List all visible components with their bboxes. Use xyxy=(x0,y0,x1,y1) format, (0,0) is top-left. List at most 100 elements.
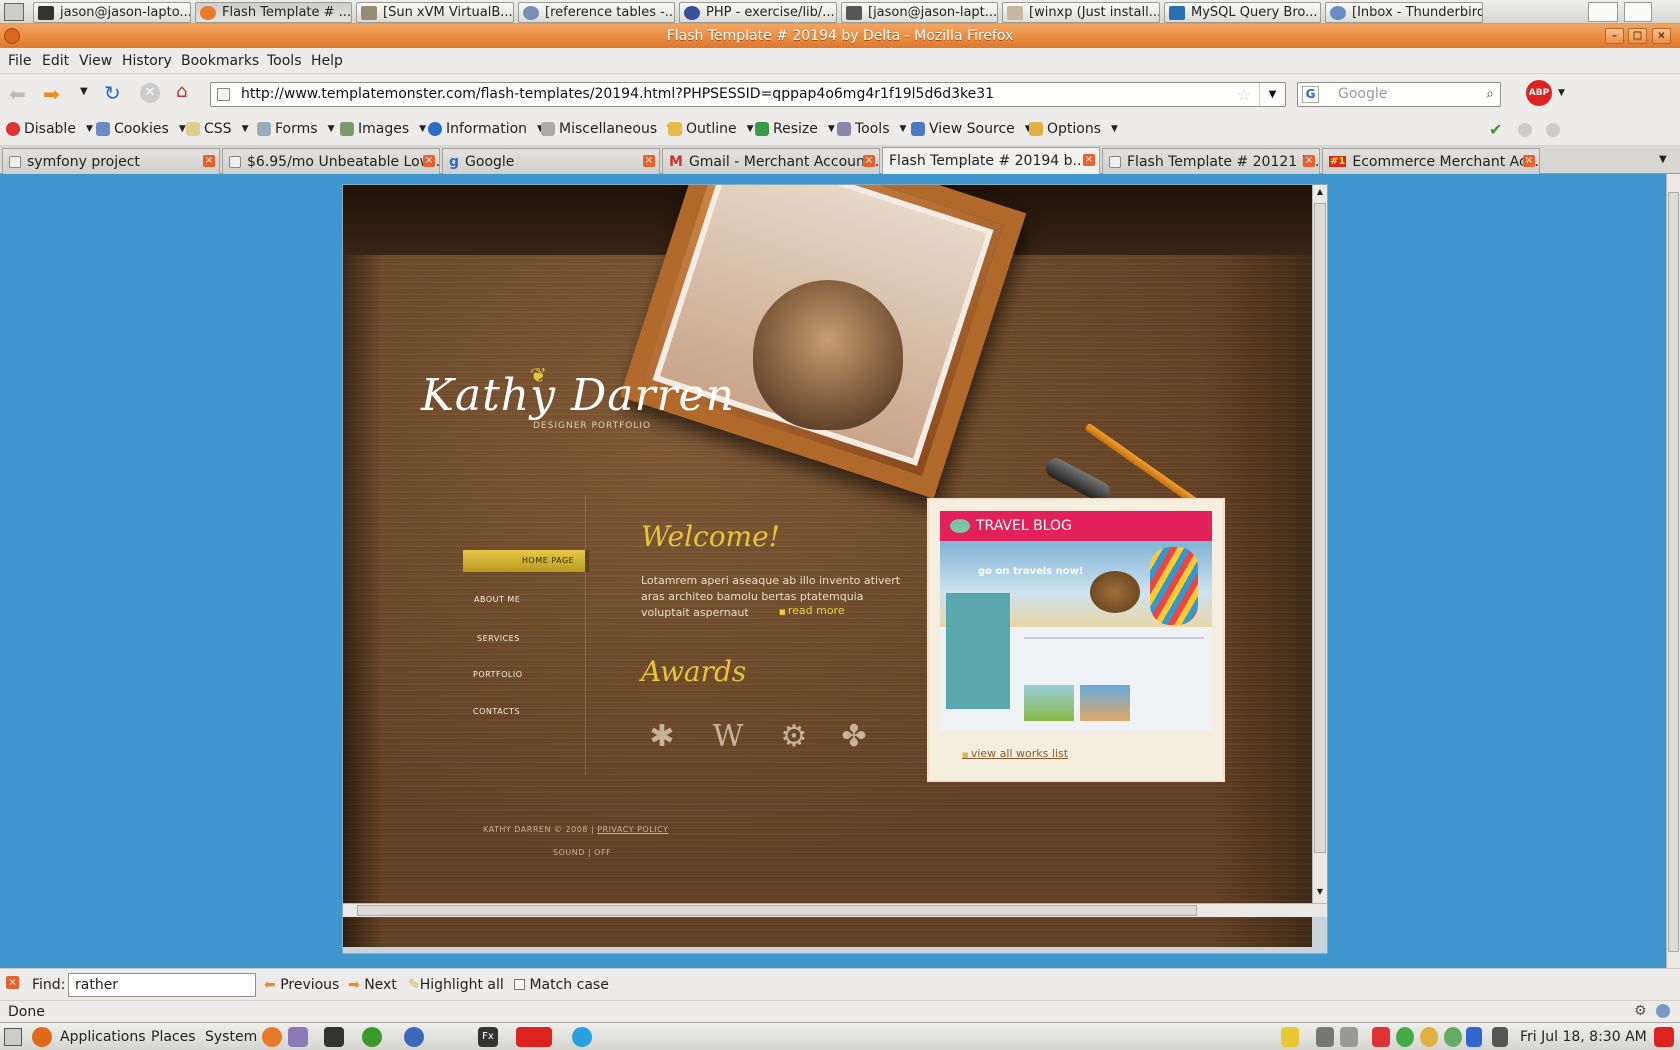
scroll-up-icon[interactable]: ▲ xyxy=(1314,187,1326,199)
window-titlebar[interactable]: Flash Template # 20194 by Delta - Mozill… xyxy=(0,24,1680,48)
menu-edit[interactable]: Edit xyxy=(42,53,69,69)
launcher-icon[interactable] xyxy=(1624,2,1652,22)
stop-icon[interactable]: ✕ xyxy=(140,83,160,103)
network-icon[interactable] xyxy=(1316,1027,1334,1047)
url-dropdown-icon[interactable]: ▼ xyxy=(1259,83,1285,106)
close-find-icon[interactable]: × xyxy=(6,976,19,989)
search-icon[interactable]: ⌕ xyxy=(1486,83,1494,106)
nav-contacts[interactable]: CONTACTS xyxy=(473,707,520,716)
history-dropdown-icon[interactable]: ▼ xyxy=(80,86,88,97)
firefox-launcher-icon[interactable] xyxy=(262,1027,282,1047)
nav-about-me[interactable]: ABOUT ME xyxy=(474,595,520,604)
gear-icon[interactable]: ⚙ xyxy=(1634,1003,1647,1019)
power-icon[interactable] xyxy=(1654,1027,1674,1047)
task-mysql[interactable]: MySQL Query Bro... xyxy=(1164,2,1321,23)
scroll-thumb[interactable] xyxy=(1314,203,1326,853)
dev-css[interactable]: CSS ▼ xyxy=(186,121,248,137)
dev-options[interactable]: Options ▼ xyxy=(1029,121,1118,137)
nav-portfolio[interactable]: PORTFOLIO xyxy=(473,670,523,679)
reload-icon[interactable]: ↻ xyxy=(104,81,121,105)
close-tab-icon[interactable]: × xyxy=(1083,154,1095,166)
adblock-dropdown-icon[interactable]: ▼ xyxy=(1558,88,1565,98)
dev-tools[interactable]: Tools ▼ xyxy=(837,121,906,137)
close-tab-icon[interactable]: × xyxy=(423,155,435,167)
firefox-icon[interactable] xyxy=(4,28,20,44)
adblock-icon[interactable]: ABP xyxy=(1526,80,1552,106)
dev-outline[interactable]: Outline ▼ xyxy=(668,121,754,137)
close-tab-icon[interactable]: × xyxy=(1303,155,1315,167)
menu-tools[interactable]: Tools xyxy=(267,53,302,69)
find-next-button[interactable]: ➡ Next xyxy=(348,977,397,993)
award-gear-icon[interactable]: ⚙ xyxy=(777,720,811,754)
nav-home-page[interactable]: HOME PAGE xyxy=(463,550,589,572)
task-firefox[interactable]: Flash Template # ... xyxy=(195,2,352,23)
privacy-policy-link[interactable]: PRIVACY POLICY xyxy=(597,825,668,834)
menu-history[interactable]: History xyxy=(122,53,172,69)
match-case-checkbox[interactable]: Match case xyxy=(514,977,609,993)
view-all-works-link[interactable]: ■ view all works list xyxy=(962,747,1068,760)
tab-symfony[interactable]: symfony project × xyxy=(2,148,220,174)
search-input[interactable]: G Google ⌕ xyxy=(1297,82,1501,107)
close-tab-icon[interactable]: × xyxy=(863,155,875,167)
find-input[interactable]: rather xyxy=(68,973,256,997)
menu-bookmarks[interactable]: Bookmarks xyxy=(181,53,259,69)
minimize-button[interactable]: – xyxy=(1605,28,1624,44)
dev-miscellaneous[interactable]: Miscellaneous▼ xyxy=(541,121,674,137)
task-terminal[interactable]: jason@jason-lapto... xyxy=(33,2,191,23)
google-engine-icon[interactable]: G xyxy=(1302,86,1319,103)
task-winxp[interactable]: [winxp (Just install... xyxy=(1002,2,1160,23)
validation-ok-icon[interactable]: ✔ xyxy=(1489,120,1502,139)
tab-flash-20194[interactable]: Flash Template # 20194 b... × xyxy=(882,147,1100,174)
task-thunderbird[interactable]: [Inbox - Thunderbird] xyxy=(1325,2,1483,23)
dev-view-source[interactable]: View Source▼ xyxy=(911,121,1032,137)
notes-icon[interactable] xyxy=(1281,1027,1299,1047)
bookmark-star-icon[interactable]: ☆ xyxy=(1237,83,1251,106)
flash-vertical-scrollbar[interactable]: ▲ ▼ xyxy=(1312,185,1327,903)
system-menu[interactable]: System xyxy=(205,1029,257,1045)
scroll-thumb[interactable] xyxy=(357,905,1197,916)
skype-launcher-icon[interactable] xyxy=(572,1027,592,1047)
search-icon[interactable] xyxy=(1420,1027,1438,1047)
flash-movie[interactable]: ❦ Kathy Darren DESIGNER PORTFOLIO HOME P… xyxy=(342,184,1328,954)
dev-images[interactable]: Images ▼ xyxy=(340,121,426,137)
flash-horizontal-scrollbar[interactable] xyxy=(343,903,1327,917)
status-icon[interactable] xyxy=(1518,123,1532,137)
portfolio-preview[interactable]: TRAVEL BLOG go on travels now! ■ view al… xyxy=(929,500,1223,780)
menu-help[interactable]: Help xyxy=(311,53,343,69)
show-desktop-icon[interactable] xyxy=(4,1028,22,1046)
ubuntu-logo-icon[interactable] xyxy=(32,1027,52,1047)
close-button[interactable]: × xyxy=(1652,28,1671,44)
tab-ecommerce[interactable]: #1 Ecommerce Merchant Acc... × xyxy=(1322,148,1540,174)
chrome-icon[interactable] xyxy=(1444,1027,1462,1047)
thunderbird-launcher-icon[interactable] xyxy=(404,1027,424,1047)
status-icon[interactable] xyxy=(1396,1027,1414,1047)
url-bar[interactable]: http://www.templatemonster.com/flash-tem… xyxy=(210,82,1286,107)
close-tab-icon[interactable]: × xyxy=(1523,155,1535,167)
menu-file[interactable]: File xyxy=(8,53,31,69)
scroll-down-icon[interactable]: ▼ xyxy=(1314,887,1326,899)
dev-cookies[interactable]: Cookies ▼ xyxy=(96,121,186,137)
forward-icon[interactable]: ➡ xyxy=(43,82,60,106)
firefox-launcher-icon[interactable] xyxy=(1588,2,1618,22)
award-w-icon[interactable]: W xyxy=(711,720,745,754)
highlight-all-button[interactable]: ✎Highlight all xyxy=(408,977,504,993)
task-php[interactable]: PHP - exercise/lib/... xyxy=(679,2,837,23)
task-reference[interactable]: [reference tables -... xyxy=(518,2,675,23)
award-tools-icon[interactable]: ✱ xyxy=(645,720,679,754)
dev-resize[interactable]: Resize ▼ xyxy=(755,121,835,137)
scroll-thumb[interactable] xyxy=(1668,192,1679,952)
tab-gmail[interactable]: M Gmail - Merchant Account ... × xyxy=(662,148,880,174)
find-previous-button[interactable]: ⬅ Previous xyxy=(264,977,339,993)
show-desktop-icon[interactable] xyxy=(4,3,24,21)
launcher-icon[interactable] xyxy=(288,1027,308,1047)
tab-flash-20121[interactable]: Flash Template # 20121 b... × xyxy=(1102,148,1320,174)
back-icon[interactable]: ⬅ xyxy=(9,82,26,106)
tab-google[interactable]: g Google × xyxy=(442,148,660,174)
close-tab-icon[interactable]: × xyxy=(643,155,655,167)
dev-forms[interactable]: Forms ▼ xyxy=(257,121,334,137)
terminal-launcher-icon[interactable] xyxy=(324,1027,344,1047)
site-identity-icon[interactable] xyxy=(217,88,230,101)
read-more-link[interactable]: ■ read more xyxy=(779,604,845,617)
download-icon[interactable] xyxy=(1372,1027,1390,1047)
launcher-icon[interactable] xyxy=(362,1027,382,1047)
